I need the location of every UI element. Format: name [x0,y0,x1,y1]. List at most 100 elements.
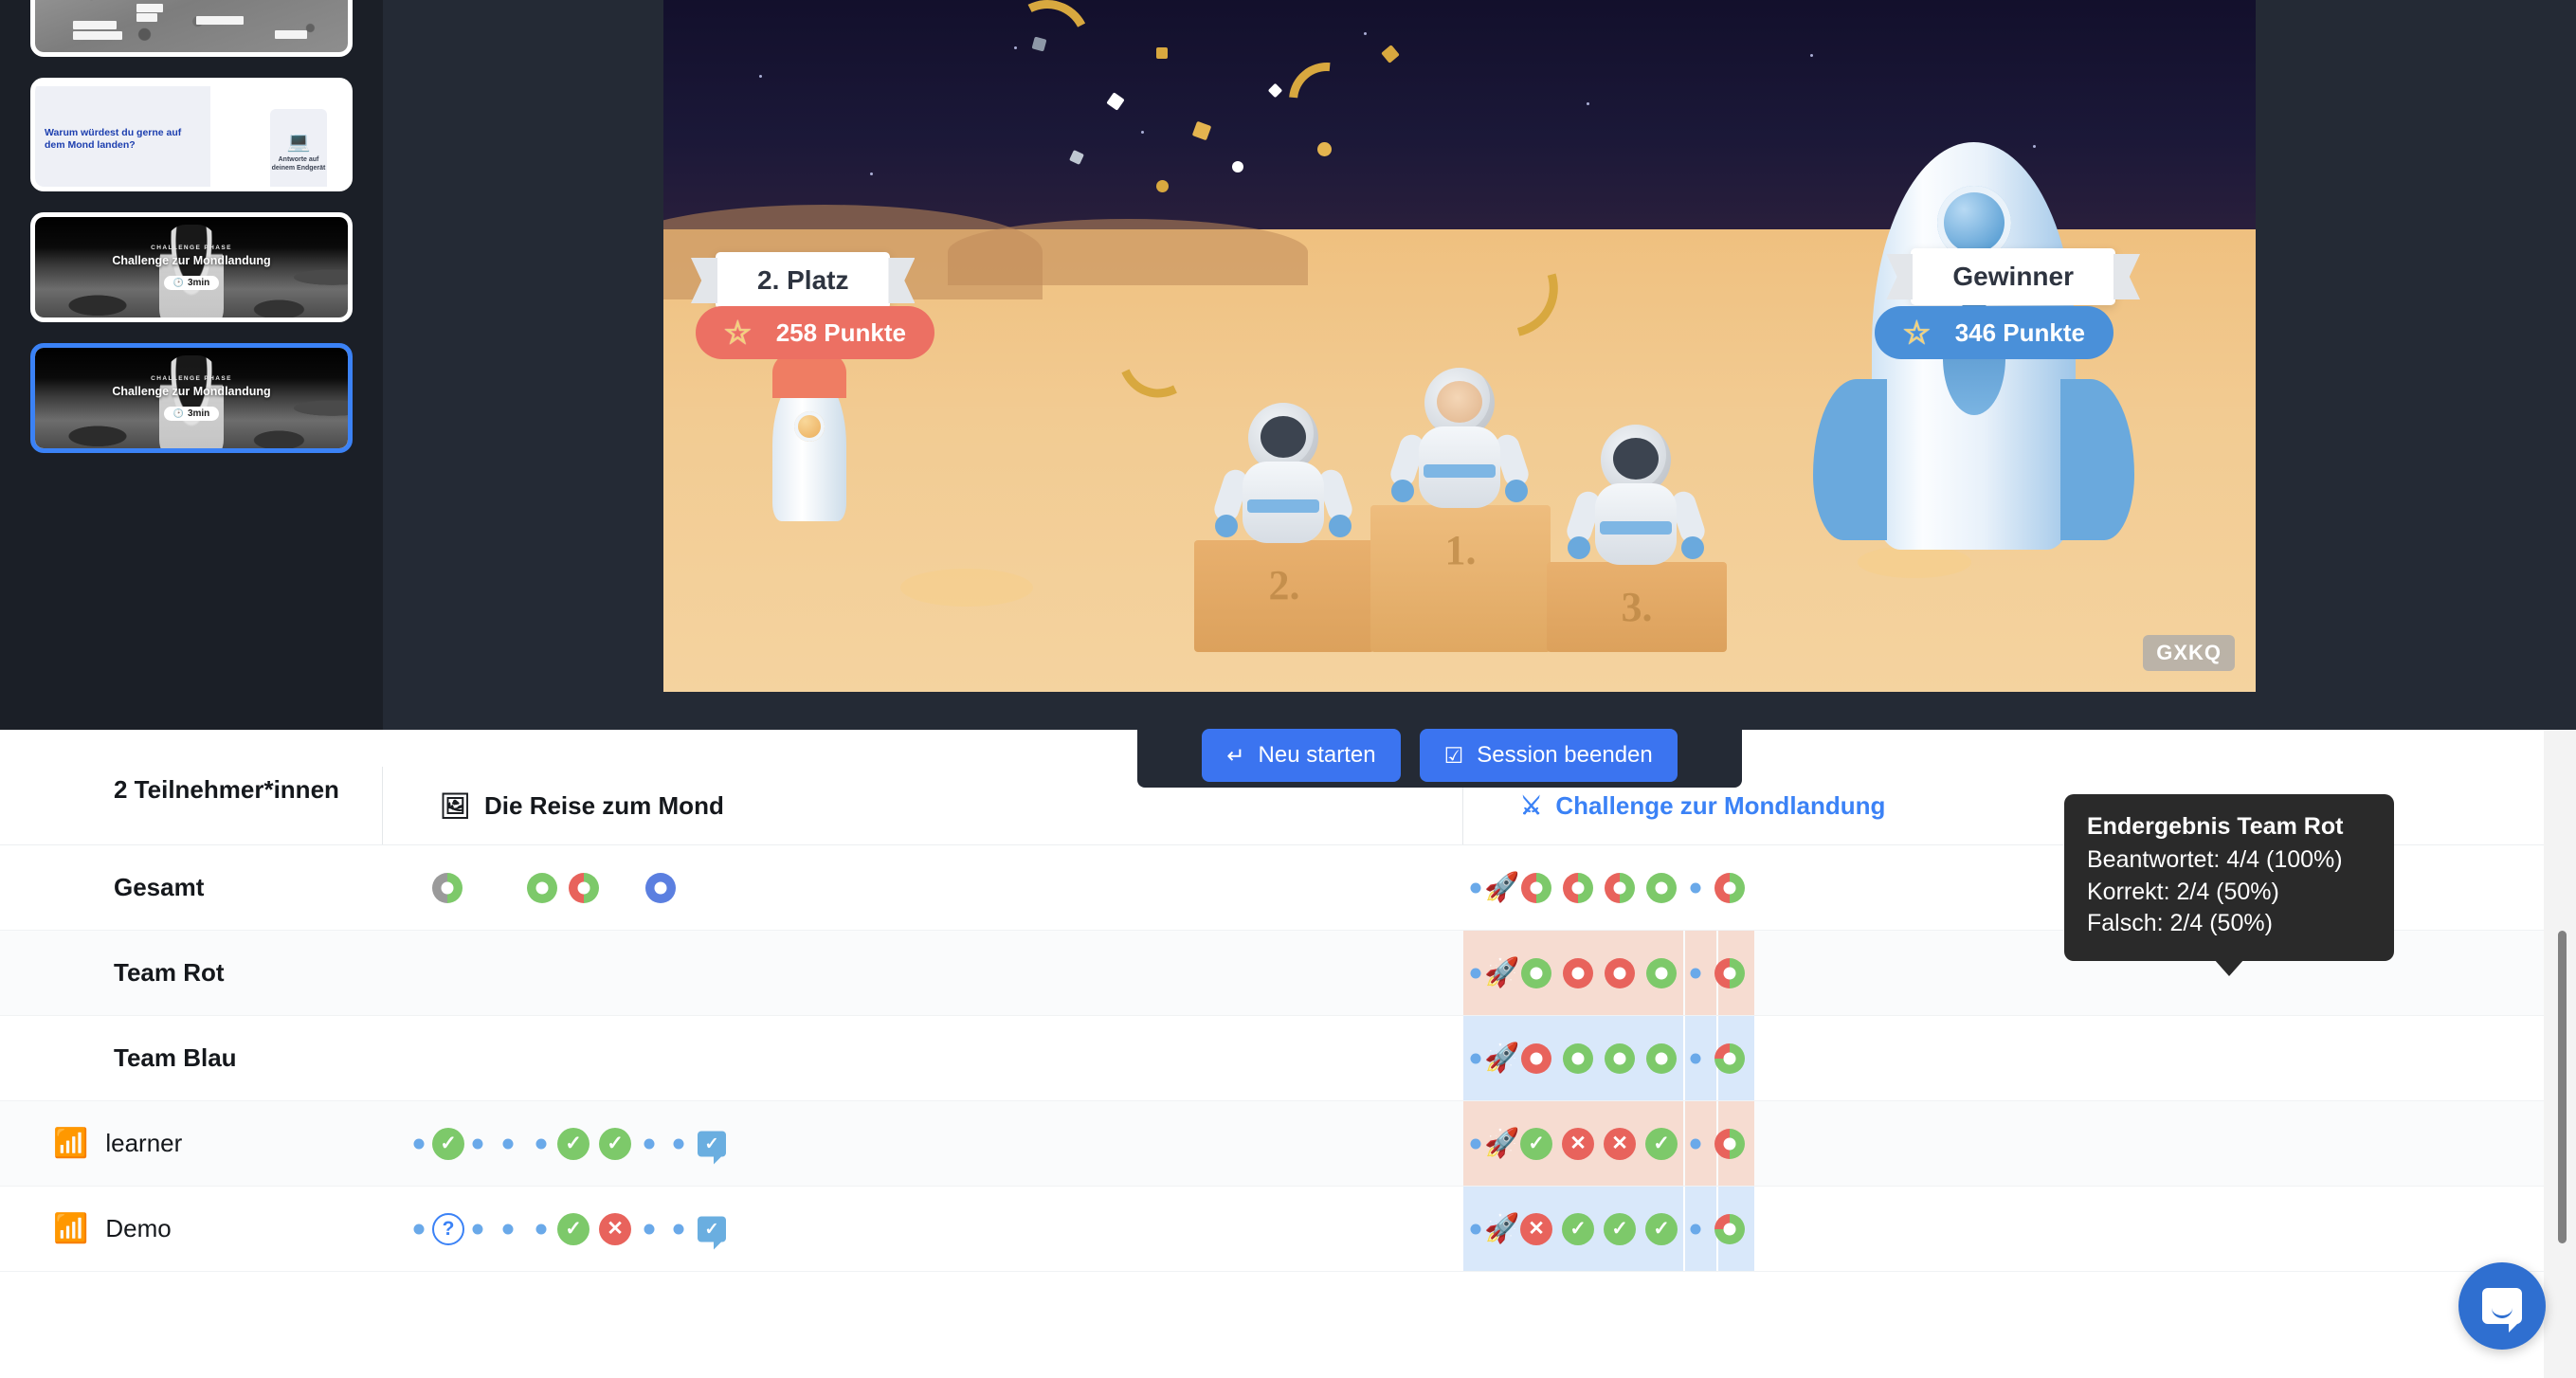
cell-pie[interactable] [1521,1043,1551,1074]
cell-rocket[interactable]: 🚀 [1484,1129,1519,1158]
cell-status[interactable]: ✕ [1562,1127,1594,1160]
cell-pie[interactable] [1714,1128,1745,1159]
chat-check-icon: ✓ [698,1216,726,1249]
cell-chat[interactable]: ✓ [698,1131,726,1164]
cell-pie[interactable] [432,872,463,903]
cell-dot[interactable] [1690,1053,1701,1063]
slide-thumbnail-challenge-1[interactable]: CHALLENGE PHASE Challenge zur Mondlandun… [30,212,353,322]
winner-label: Gewinner [1952,262,2074,291]
cell-dot[interactable] [1470,1053,1481,1063]
small-rocket-decoration [772,347,846,521]
cell-pie[interactable] [1563,1043,1593,1074]
cell-status[interactable]: ✓ [1520,1127,1552,1160]
cell-status[interactable]: ✓ [432,1127,464,1160]
intercom-chat-button[interactable] [2458,1262,2546,1350]
cell-pie[interactable] [1646,872,1677,903]
cell-pie[interactable] [1714,1043,1745,1074]
cell-pie[interactable] [645,872,676,903]
slide-thumbnail-moon-map[interactable] [30,0,353,57]
cell-status[interactable]: ✓ [599,1127,631,1160]
intercom-chat-icon [2482,1288,2522,1333]
cell-pie[interactable] [1605,872,1635,903]
cell-rocket[interactable]: 🚀 [1484,958,1519,988]
crossed-swords-icon: ⚔ [1520,791,1543,820]
cell-status[interactable]: ✓ [1645,1212,1678,1245]
slide-sidebar[interactable]: Warum würdest du gerne auf dem Mond land… [0,0,383,730]
cell-pie[interactable] [1563,872,1593,903]
enter-arrow-icon: ↵ [1226,742,1245,768]
cell-status[interactable]: ✓ [1645,1127,1678,1160]
cell-pie[interactable] [569,872,599,903]
cell-pie[interactable] [1714,1213,1745,1244]
cell-chat[interactable]: ✓ [698,1216,726,1249]
cell-dot[interactable] [1470,882,1481,893]
cell-pie[interactable] [1646,957,1677,988]
cell-dot[interactable] [1690,968,1701,978]
cell-pie[interactable] [1605,1043,1635,1074]
winner-podium: 2. 1. 3. [1194,368,1727,652]
cell-dot[interactable] [1470,1224,1481,1234]
table-row[interactable]: Team Blau 🚀 [0,1016,2576,1101]
cell-dot[interactable] [535,1224,547,1234]
cell-dot[interactable] [472,1138,483,1149]
astronaut-avatar-2nd [1210,403,1356,543]
cell-dot[interactable] [1470,968,1481,978]
cell-dot[interactable] [673,1138,684,1149]
cell-dot[interactable] [472,1224,483,1234]
cell-status[interactable]: ✓ [1562,1212,1594,1245]
question-thumb-device-card: 💻 Antworte auf deinem Endgerät [270,109,327,187]
cell-pie[interactable] [1521,872,1551,903]
cell-dot[interactable] [1470,1138,1481,1149]
cell-dot[interactable] [502,1138,514,1149]
group-header-challenge-label: Challenge zur Mondlandung [1555,790,1886,820]
cell-dot[interactable] [413,1224,425,1234]
cell-dot[interactable] [1690,882,1701,893]
challenge-kicker: CHALLENGE PHASE [151,375,232,383]
cell-status[interactable]: ✓ [1604,1212,1636,1245]
challenge-title: Challenge zur Mondlandung [112,254,271,268]
vertical-scrollbar-thumb[interactable] [2558,931,2567,1243]
table-row[interactable]: 📶 learner ✓ ✓ ✓ ✓ 🚀 ✓ ✕ ✕ ✓ [0,1101,2576,1187]
checkbox-icon: ☑ [1443,742,1464,768]
cell-pie[interactable] [527,872,557,903]
cell-rocket[interactable]: 🚀 [1484,1214,1519,1243]
cell-status[interactable]: ? [432,1212,464,1245]
astronaut-avatar-3rd [1563,425,1709,565]
row-cells-challenge: 🚀 [1463,845,2576,930]
slide-thumbnail-challenge-2-selected[interactable]: CHALLENGE PHASE Challenge zur Mondlandun… [30,343,353,453]
cell-dot[interactable] [1690,1138,1701,1149]
cell-dot[interactable] [644,1224,655,1234]
cell-dot[interactable] [502,1224,514,1234]
tooltip-line-wrong: Falsch: 2/4 (50%) [2087,910,2273,936]
cell-status[interactable]: ✓ [557,1212,590,1245]
cell-pie[interactable] [1605,957,1635,988]
podium-place-2: 2. [1194,540,1374,652]
row-cells-presentation [383,1016,1463,1100]
cell-pie[interactable] [1646,1043,1677,1074]
cell-pie[interactable] [1563,957,1593,988]
cell-rocket[interactable]: 🚀 [1484,873,1519,902]
cell-status[interactable]: ✓ [557,1127,590,1160]
cell-status[interactable]: ✕ [599,1212,631,1245]
cell-rocket[interactable]: 🚀 [1484,1043,1519,1073]
table-row[interactable]: 📶 Demo ? ✓ ✕ ✓ 🚀 ✕ ✓ ✓ ✓ [0,1187,2576,1272]
result-tooltip: Endergebnis Team Rot Beantwortet: 4/4 (1… [2064,794,2394,976]
slide-thumbnail-question[interactable]: Warum würdest du gerne auf dem Mond land… [30,78,353,191]
cell-dot[interactable] [673,1224,684,1234]
selected-slide-arrow-icon [351,386,353,410]
cell-pie[interactable] [1521,957,1551,988]
cell-dot[interactable] [413,1138,425,1149]
cell-pie[interactable] [1714,957,1745,988]
challenge-duration-badge: 🕑 3min [163,275,220,290]
cell-dot[interactable] [644,1138,655,1149]
cell-dot[interactable] [535,1138,547,1149]
cell-pie[interactable] [1714,872,1745,903]
cell-status[interactable]: ✕ [1520,1212,1552,1245]
restart-button[interactable]: ↵ Neu starten [1202,729,1401,782]
podium-place-1: 1. [1370,505,1551,652]
winner-points-badge: ☆ 346 Punkte [1875,306,2113,359]
end-session-button[interactable]: ☑ Session beenden [1419,729,1678,782]
cell-dot[interactable] [1690,1224,1701,1234]
cell-status[interactable]: ✕ [1604,1127,1636,1160]
challenge-title: Challenge zur Mondlandung [112,385,271,399]
